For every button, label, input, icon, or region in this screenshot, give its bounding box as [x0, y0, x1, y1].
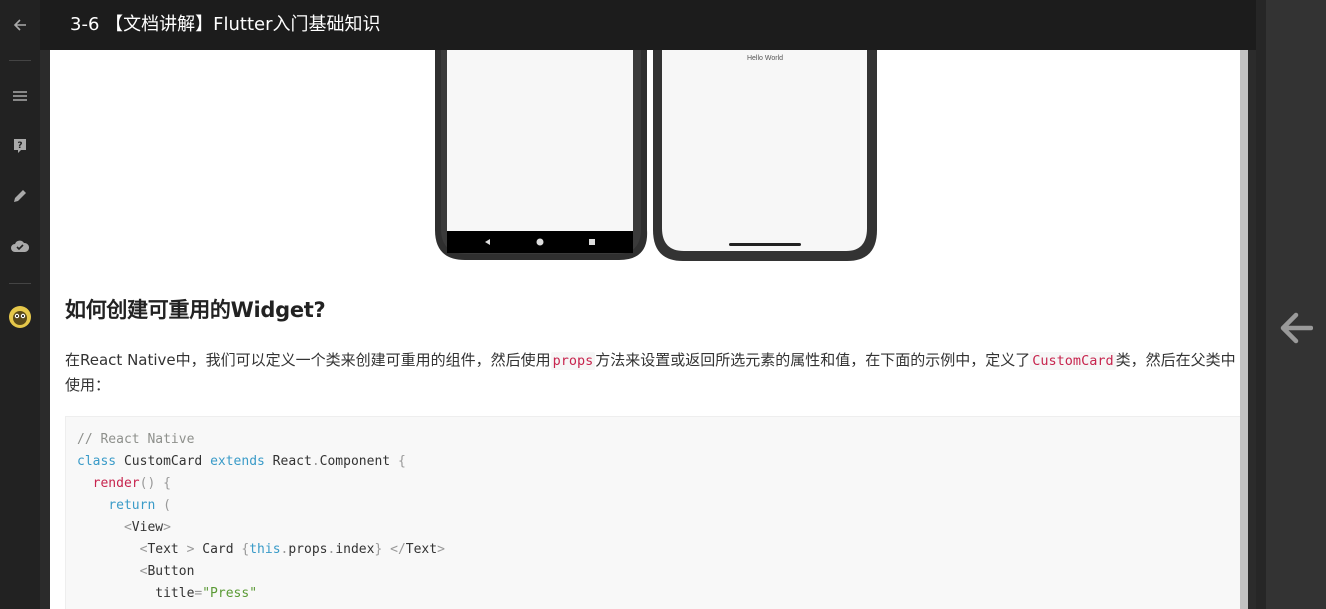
code-line: <View>: [123, 520, 171, 535]
code-line: // React Native: [77, 432, 195, 447]
edit-icon[interactable]: [0, 181, 40, 211]
code-line: render() {: [92, 476, 171, 491]
rail-divider: [9, 283, 31, 284]
code-block: // React Native class CustomCard extends…: [65, 416, 1240, 609]
paragraph-text: 方法来设置或返回所选元素的属性和值，在下面的示例中，定义了: [595, 351, 1031, 369]
code-line: <Text > Card {this.props.index} </Text>: [139, 542, 445, 557]
code-line: <Button: [139, 564, 195, 579]
left-rail: ?: [0, 0, 40, 609]
document-viewer: Hello World 如何创建可重用的Widget? 在React Nativ…: [50, 50, 1240, 609]
svg-text:?: ?: [17, 141, 22, 151]
avatar[interactable]: [0, 302, 40, 332]
title-bar: 3-6 【文档讲解】Flutter入门基础知识: [40, 0, 1266, 50]
inline-code: props: [550, 352, 596, 370]
right-pane: [1266, 0, 1326, 609]
next-arrow-icon[interactable]: [1277, 308, 1315, 348]
inline-code: CustomCard: [1030, 352, 1116, 370]
paragraph: 在React Native中，我们可以定义一个类来创建可重用的组件，然后使用 pr…: [65, 348, 1240, 397]
left-gutter: [40, 50, 50, 609]
question-icon[interactable]: ?: [0, 131, 40, 161]
ios-phone-image: Hello World: [653, 50, 877, 261]
phone-screen-text: Hello World: [746, 55, 784, 62]
page-title: 3-6 【文档讲解】Flutter入门基础知识: [70, 14, 381, 35]
rail-divider: [9, 60, 31, 61]
scrollbar-thumb[interactable]: [1240, 50, 1248, 609]
code-content: // React Native class CustomCard extends…: [77, 429, 445, 605]
android-phone-image: [435, 50, 649, 261]
cloud-icon[interactable]: [0, 231, 40, 261]
right-gutter: [1248, 50, 1256, 609]
code-line: return (: [108, 498, 171, 513]
code-line: title="Press": [77, 586, 258, 601]
right-divider: [1256, 0, 1266, 609]
menu-icon[interactable]: [0, 81, 40, 111]
back-icon[interactable]: [0, 10, 40, 40]
code-line: class CustomCard extends React.Component…: [77, 454, 406, 469]
paragraph-text: 在React Native中，我们可以定义一个类来创建可重用的组件，然后使用: [65, 351, 551, 369]
section-heading: 如何创建可重用的Widget?: [65, 298, 326, 322]
